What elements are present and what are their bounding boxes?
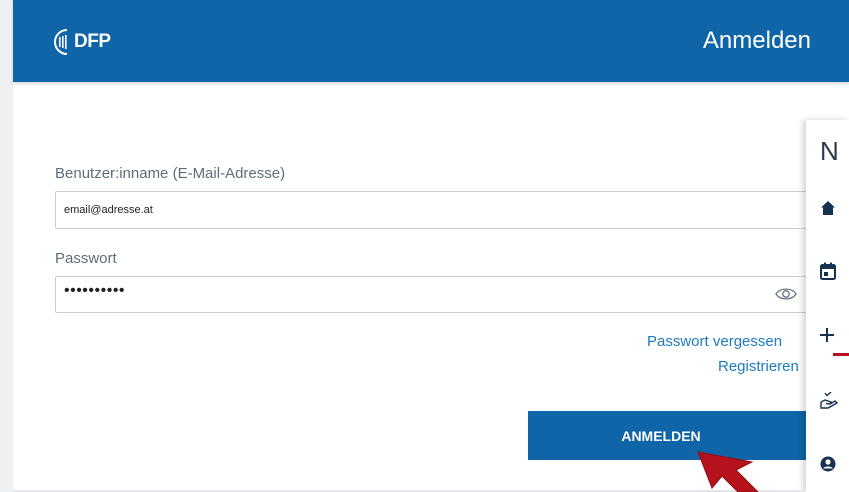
app-header: DFP Anmelden	[13, 0, 849, 82]
home-icon[interactable]	[820, 200, 836, 216]
calendar-icon[interactable]	[820, 262, 836, 280]
register-link[interactable]: Registrieren	[718, 358, 799, 375]
logo-text: DFP	[74, 31, 111, 52]
email-input[interactable]	[64, 192, 764, 228]
side-panel-title: N	[820, 136, 839, 166]
password-field[interactable]: ••••••••••	[55, 276, 815, 313]
side-panel: N	[806, 120, 849, 492]
page-title: Anmelden	[702, 27, 811, 54]
forgot-password-link[interactable]: Passwort vergessen	[647, 333, 782, 350]
username-field[interactable]	[55, 191, 815, 229]
show-password-icon[interactable]	[775, 286, 797, 302]
page-left-gutter	[0, 0, 13, 492]
pointer-arrow-icon	[697, 451, 759, 492]
dfp-logo[interactable]: DFP	[53, 22, 111, 62]
active-indicator	[833, 353, 849, 356]
logo-mark-icon	[54, 29, 68, 55]
password-label: Passwort	[55, 250, 117, 267]
login-button[interactable]: ANMELDEN	[528, 411, 818, 460]
user-circle-icon[interactable]	[820, 456, 836, 472]
hand-check-icon[interactable]	[820, 392, 840, 410]
password-masked-value: ••••••••••	[64, 282, 126, 299]
username-label: Benutzer:inname (E-Mail-Adresse)	[55, 165, 286, 182]
plus-icon[interactable]	[820, 328, 834, 342]
